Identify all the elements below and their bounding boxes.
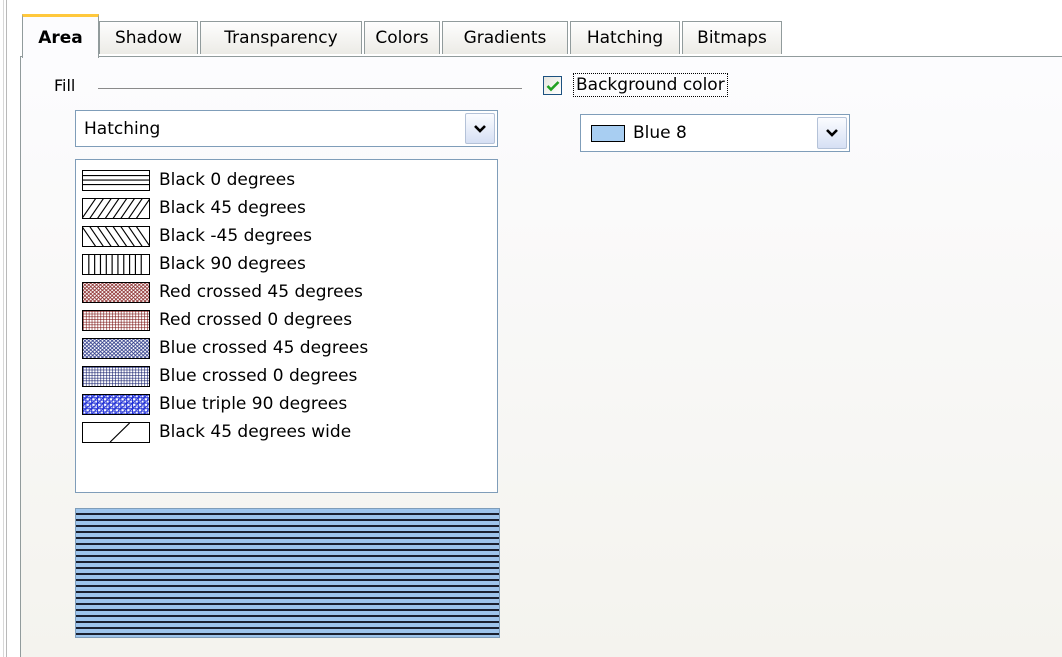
hatch-item-label: Blue crossed 45 degrees (159, 338, 369, 358)
tab-bitmaps-label: Bitmaps (697, 28, 767, 48)
tab-colors[interactable]: Colors (364, 21, 440, 54)
list-item[interactable]: Blue crossed 45 degrees (76, 334, 497, 362)
background-color-select[interactable]: Blue 8 (580, 114, 850, 152)
tab-gradients[interactable]: Gradients (442, 21, 568, 54)
color-swatch-icon (591, 124, 625, 142)
blue-crossed-0-hatch-icon (82, 365, 150, 387)
checkmark-icon (546, 80, 559, 91)
tab-gradients-label: Gradients (463, 28, 547, 48)
list-item[interactable]: Black 0 degrees (76, 166, 497, 194)
list-item[interactable]: Black 45 degrees wide (76, 418, 497, 446)
window-edge (3, 0, 4, 657)
fill-type-select[interactable]: Hatching (75, 110, 498, 147)
fill-preview (75, 508, 500, 638)
black-90-hatch-icon (82, 253, 150, 275)
black-45-hatch-icon (82, 197, 150, 219)
list-item[interactable]: Black 90 degrees (76, 250, 497, 278)
fill-section-label: Fill (54, 76, 76, 95)
tab-colors-label: Colors (375, 28, 429, 48)
hatch-item-label: Black -45 degrees (159, 226, 312, 246)
background-color-checkbox[interactable] (543, 76, 562, 95)
tab-hatching[interactable]: Hatching (570, 21, 680, 54)
tab-shadow-label: Shadow (114, 28, 183, 48)
tab-area-label: Area (38, 27, 83, 48)
list-item[interactable]: Black 45 degrees (76, 194, 497, 222)
black-minus45-hatch-icon (82, 225, 150, 247)
tab-transparency-label: Transparency (224, 28, 338, 48)
background-color-label[interactable]: Background color (573, 73, 728, 97)
list-item[interactable]: Red crossed 45 degrees (76, 278, 497, 306)
hatch-item-label: Black 45 degrees (159, 198, 306, 218)
list-item[interactable]: Black -45 degrees (76, 222, 497, 250)
hatch-item-label: Black 45 degrees wide (159, 422, 352, 442)
tab-bitmaps[interactable]: Bitmaps (682, 21, 782, 54)
hatch-item-label: Red crossed 45 degrees (159, 282, 363, 302)
fill-type-value: Hatching (84, 118, 161, 139)
background-color-value: Blue 8 (633, 123, 687, 143)
list-item[interactable]: Blue crossed 0 degrees (76, 362, 497, 390)
tab-hatching-label: Hatching (586, 28, 664, 48)
chevron-down-icon[interactable] (465, 113, 495, 144)
black-0-hatch-icon (82, 169, 150, 191)
chevron-down-icon[interactable] (817, 117, 847, 149)
window-edge-inner (6, 0, 7, 657)
tab-shadow[interactable]: Shadow (99, 21, 198, 54)
red-crossed-0-hatch-icon (82, 309, 150, 331)
red-crossed-45-hatch-icon (82, 281, 150, 303)
tab-transparency[interactable]: Transparency (200, 21, 362, 54)
hatch-item-label: Blue crossed 0 degrees (159, 366, 358, 386)
hatch-item-label: Black 0 degrees (159, 170, 296, 190)
fill-section-divider (98, 88, 522, 89)
hatch-item-label: Red crossed 0 degrees (159, 310, 353, 330)
tab-area[interactable]: Area (22, 14, 99, 58)
blue-triple-90-hatch-icon (82, 393, 150, 415)
blue-crossed-45-hatch-icon (82, 337, 150, 359)
black-45-wide-hatch-icon (82, 421, 150, 443)
hatch-item-label: Black 90 degrees (159, 254, 306, 274)
hatch-style-list[interactable]: Black 0 degrees Black 45 degrees Black -… (75, 159, 498, 493)
list-item[interactable]: Blue triple 90 degrees (76, 390, 497, 418)
hatch-item-label: Blue triple 90 degrees (159, 394, 348, 414)
list-item[interactable]: Red crossed 0 degrees (76, 306, 497, 334)
